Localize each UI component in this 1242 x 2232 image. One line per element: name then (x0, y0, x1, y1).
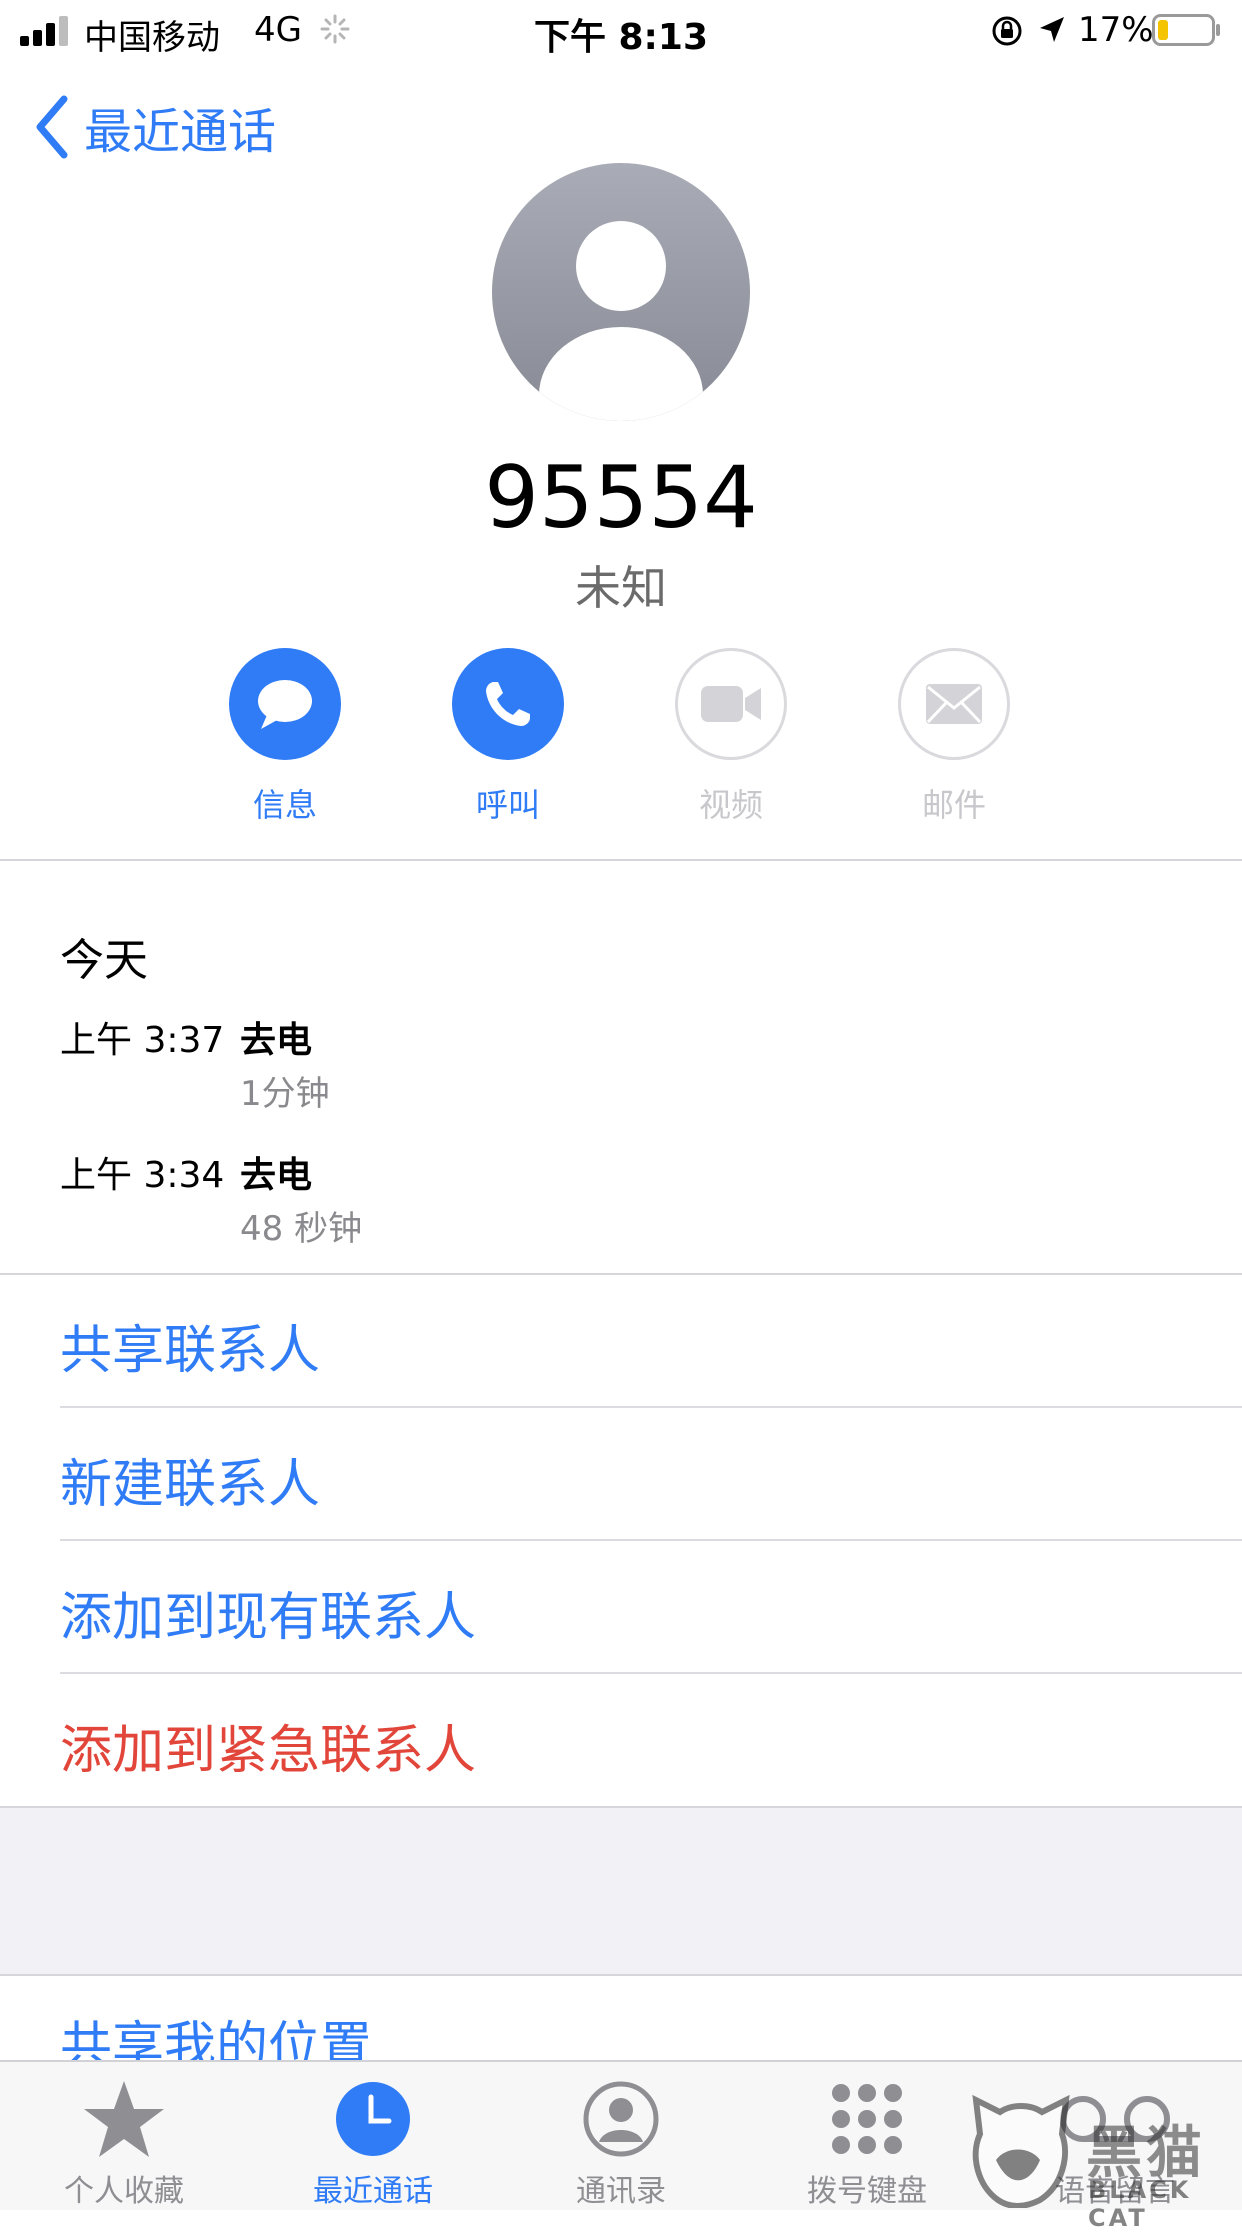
call-time: 上午 3:34 (60, 1155, 225, 1196)
tab-recents[interactable]: 最近通话 (288, 2076, 458, 2210)
add-to-emergency-contact-button[interactable]: 添加到紧急联系人 (60, 1708, 476, 1783)
back-label: 最近通话 (84, 104, 277, 160)
new-contact-button[interactable]: 新建联系人 (60, 1442, 320, 1517)
watermark-subtext: BLACK CAT (1088, 2176, 1192, 2232)
divider (60, 1406, 1242, 1408)
video-label: 视频 (698, 786, 763, 824)
contact-number: 95554 (484, 448, 758, 548)
video-button[interactable]: 视频 (666, 648, 796, 826)
divider (60, 1539, 1242, 1541)
phone-icon (486, 682, 530, 726)
message-label: 信息 (252, 786, 317, 824)
person-silhouette-icon (539, 221, 703, 421)
contacts-icon (583, 2081, 659, 2157)
call-button[interactable]: 呼叫 (443, 648, 573, 826)
star-icon (84, 2081, 164, 2157)
divider (0, 1273, 1242, 1275)
mail-icon (926, 684, 982, 724)
tab-label: 最近通话 (313, 2174, 433, 2209)
section-spacer (0, 1806, 1242, 1976)
message-icon (258, 680, 312, 729)
call-duration: 48 秒钟 (240, 1209, 363, 1249)
back-button[interactable]: 最近通话 (34, 92, 276, 162)
status-bar: 中国移动 4G 下午 8:13 17% (0, 0, 1242, 62)
clock-icon (336, 2082, 410, 2156)
message-button[interactable]: 信息 (220, 648, 350, 826)
avatar (492, 163, 750, 421)
tab-keypad[interactable]: 拨号键盘 (782, 2076, 952, 2210)
history-date-title: 今天 (60, 935, 148, 986)
tab-contacts[interactable]: 通讯录 (536, 2076, 706, 2210)
mail-label: 邮件 (921, 786, 986, 824)
call-label: 呼叫 (475, 786, 540, 824)
tab-favorites[interactable]: 个人收藏 (39, 2076, 209, 2210)
keypad-icon (832, 2084, 902, 2154)
chevron-left-icon (36, 95, 68, 159)
call-type: 去电 (240, 1155, 313, 1196)
battery-icon (1152, 14, 1220, 46)
battery-percent: 17% (1078, 10, 1154, 50)
video-icon (701, 686, 761, 722)
call-duration: 1分钟 (240, 1074, 330, 1114)
tab-label: 通讯录 (576, 2174, 666, 2209)
tab-label: 个人收藏 (64, 2174, 184, 2209)
tab-label: 拨号键盘 (807, 2174, 927, 2209)
location-arrow-icon (1040, 17, 1064, 42)
rotation-lock-icon (992, 16, 1022, 46)
add-to-existing-contact-button[interactable]: 添加到现有联系人 (60, 1575, 476, 1650)
share-contact-button[interactable]: 共享联系人 (60, 1308, 320, 1383)
call-type: 去电 (240, 1020, 313, 1061)
divider (60, 1672, 1242, 1674)
contact-label: 未知 (575, 561, 667, 615)
mail-button[interactable]: 邮件 (889, 648, 1019, 826)
call-time: 上午 3:37 (60, 1020, 225, 1061)
divider (0, 859, 1242, 861)
